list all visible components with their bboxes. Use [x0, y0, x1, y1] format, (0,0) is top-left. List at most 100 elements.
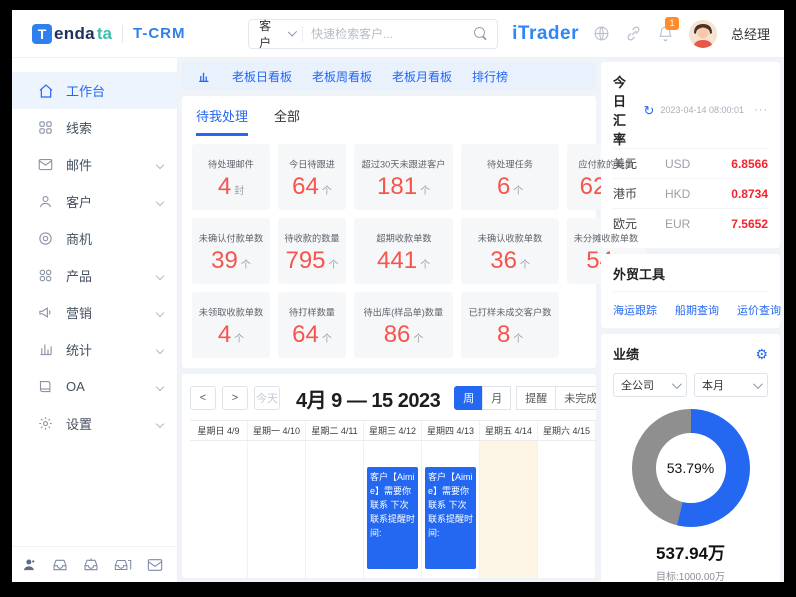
stat-label: 未确认收款单数 [477, 233, 543, 244]
stat-unit: 个 [519, 259, 530, 271]
view-week-button[interactable]: 周 [454, 386, 484, 410]
tab-boss-daily[interactable]: 老板日看板 [232, 68, 292, 85]
performance-target: 目标:1000.00万 [656, 572, 725, 582]
scope-select[interactable]: 全公司 [613, 373, 687, 397]
stat-card-pending-samples[interactable]: 待打样数量 64 个 [278, 292, 346, 358]
stat-value: 39 [211, 246, 238, 274]
tab-ranking[interactable]: 排行榜 [472, 68, 508, 85]
stat-unit: 个 [513, 333, 524, 345]
filter-reminder-button[interactable]: 提醒 [516, 386, 557, 410]
stat-card-over-30d[interactable]: 超过30天未跟进客户 181 个 [354, 144, 454, 210]
calendar-event[interactable]: 客户【Aimie】需要你联系 下次联系提醒时间: [367, 467, 418, 569]
refresh-icon[interactable]: ↻ [644, 104, 655, 117]
sidebar-item-opportunities[interactable]: 商机 [12, 220, 177, 257]
itrader-logo[interactable]: iTrader [512, 23, 579, 45]
logo-t-icon: T [32, 23, 52, 44]
gear-icon[interactable]: ⚙ [755, 347, 768, 361]
search-icon[interactable] [474, 27, 487, 40]
chevron-down-icon [155, 308, 165, 317]
period-value: 本月 [702, 380, 724, 392]
tab-boss-monthly[interactable]: 老板月看板 [392, 68, 452, 85]
search-input[interactable] [303, 26, 475, 41]
link-freight-rates[interactable]: 运价查询 [737, 302, 781, 318]
calendar-prev-button[interactable]: < [190, 386, 216, 410]
gear-icon [38, 416, 54, 432]
day-cell-wed[interactable]: 客户【Aimie】需要你联系 下次联系提醒时间: [364, 441, 422, 578]
day-cell-sat[interactable] [538, 441, 596, 578]
sidebar-item-products[interactable]: 产品 [12, 257, 177, 294]
link-ship-schedule[interactable]: 船期查询 [675, 302, 719, 318]
calendar-next-button[interactable]: > [222, 386, 248, 410]
fx-rate: 0.8734 [731, 186, 768, 201]
calendar-event[interactable]: 客户【Aimie】需要你联系 下次联系提醒时间: [425, 467, 476, 569]
stat-unit: 个 [234, 333, 245, 345]
fx-code: EUR [665, 216, 691, 231]
contact-person-icon[interactable] [22, 557, 37, 572]
sidebar-item-label: 产品 [66, 269, 93, 284]
stat-label: 待出库(样品单)数量 [363, 307, 444, 318]
sidebar-item-workbench[interactable]: 工作台 [12, 72, 177, 109]
sidebar-item-marketing[interactable]: 营销 [12, 294, 177, 331]
stat-value: 4 [217, 172, 232, 200]
chevron-down-icon [155, 271, 165, 280]
envelope-icon[interactable] [147, 557, 163, 573]
fx-code: USD [665, 156, 691, 171]
user-avatar[interactable] [688, 19, 717, 48]
outbox-icon[interactable] [83, 557, 99, 573]
day-cell-sun[interactable] [190, 441, 248, 578]
archive-trays-icon[interactable] [114, 557, 132, 573]
day-cell-fri-today[interactable] [480, 441, 538, 578]
calendar-today-button[interactable]: 今天 [254, 386, 280, 410]
bell-icon[interactable]: 1 [657, 16, 679, 43]
stat-card-unconfirmed-receipts[interactable]: 未确认收款单数 36 个 [461, 218, 560, 284]
sidebar-item-leads[interactable]: 线索 [12, 109, 177, 146]
stat-card-unconfirmed-payment[interactable]: 未确认付款单数 39 个 [192, 218, 270, 284]
stat-card-sampled-nodeal[interactable]: 已打样未成交客户数 8 个 [461, 292, 560, 358]
stat-value: 795 [285, 246, 326, 274]
fx-code: HKD [665, 186, 691, 201]
stat-card-followup-today[interactable]: 今日待跟进 64 个 [278, 144, 346, 210]
stat-card-receivables[interactable]: 待收款的数量 795 个 [278, 218, 346, 284]
stat-value: 4 [217, 320, 232, 348]
stat-value: 64 [292, 320, 319, 348]
tab-all[interactable]: 全部 [274, 106, 300, 136]
todo-stats-panel: 待我处理 全部 待处理邮件 4 封 今日待跟进 64 个 超过30天未跟进客户 181 个 … [182, 96, 646, 368]
exchange-title: 今日汇率 [613, 75, 627, 147]
sidebar-item-settings[interactable]: 设置 [12, 405, 177, 442]
exchange-timestamp: 2023-04-14 08:00:01 [660, 105, 744, 115]
user-role[interactable]: 总经理 [731, 24, 770, 43]
filter-incomplete-button[interactable]: 未完成 [555, 386, 596, 410]
view-month-button[interactable]: 月 [482, 386, 512, 410]
stat-card-pending-tasks[interactable]: 待处理任务 6 个 [461, 144, 560, 210]
day-cell-tue[interactable] [306, 441, 364, 578]
logo-divider [122, 24, 124, 43]
dashboard-chart-icon [194, 67, 212, 85]
day-header-thu: 星期四 4/13 [422, 421, 480, 440]
day-header-tue: 星期二 4/11 [306, 421, 364, 440]
globe-icon[interactable] [593, 25, 611, 43]
stat-label: 未分摊收款单数 [573, 233, 639, 244]
chevron-down-icon [155, 419, 165, 428]
search-category-dropdown[interactable]: 客户 [249, 17, 302, 51]
link-sea-tracking[interactable]: 海运跟踪 [613, 302, 657, 318]
chevron-down-icon [671, 378, 682, 389]
stat-card-overdue-receipts[interactable]: 超期收款单数 441 个 [354, 218, 454, 284]
stat-card-pending-outbound[interactable]: 待出库(样品单)数量 86 个 [354, 292, 454, 358]
tab-boss-weekly[interactable]: 老板周看板 [312, 68, 372, 85]
sidebar-item-customers[interactable]: 客户 [12, 183, 177, 220]
stat-label: 应付款的数量 [578, 159, 634, 170]
link-icon[interactable] [625, 25, 643, 43]
performance-amount: 537.94万 [656, 544, 725, 563]
tab-pending-mine[interactable]: 待我处理 [196, 106, 249, 136]
performance-donut: 53.79% [631, 409, 750, 527]
sidebar-item-statistics[interactable]: 统计 [12, 331, 177, 368]
sidebar-item-mail[interactable]: 邮件 [12, 146, 177, 183]
more-icon[interactable]: ··· [754, 104, 768, 116]
period-select[interactable]: 本月 [694, 373, 768, 397]
stat-card-pending-mail[interactable]: 待处理邮件 4 封 [192, 144, 270, 210]
day-cell-mon[interactable] [248, 441, 306, 578]
stat-card-unclaimed-receipts[interactable]: 未领取收款单数 4 个 [192, 292, 270, 358]
inbox-icon[interactable] [52, 557, 68, 573]
day-cell-thu[interactable]: 客户【Aimie】需要你联系 下次联系提醒时间: [422, 441, 480, 578]
sidebar-item-oa[interactable]: OA [12, 368, 177, 405]
